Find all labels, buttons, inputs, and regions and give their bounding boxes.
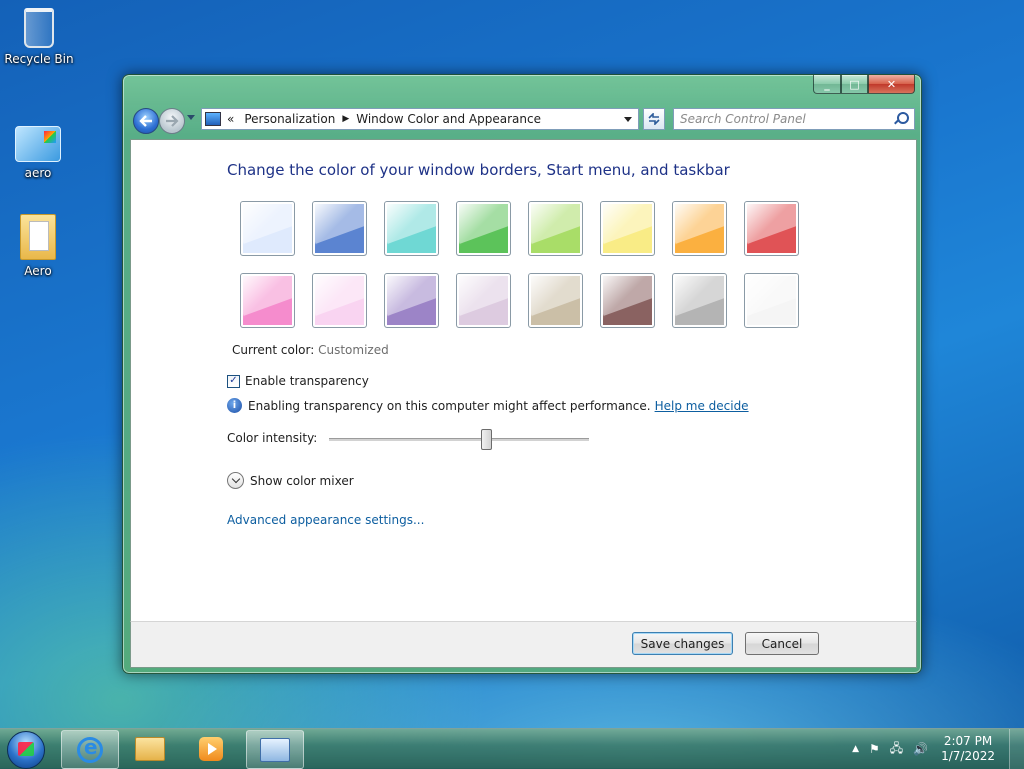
back-button[interactable] — [133, 108, 159, 134]
expand-mixer-button[interactable] — [227, 472, 244, 489]
address-dropdown-icon[interactable] — [624, 117, 632, 122]
action-center-flag-icon[interactable]: ⚑ — [869, 742, 880, 756]
clock-date: 1/7/2022 — [941, 749, 995, 763]
info-icon: i — [227, 398, 242, 413]
forward-arrow-icon — [166, 115, 179, 127]
close-icon: ✕ — [886, 77, 897, 91]
caption-buttons: _ □ ✕ — [813, 75, 915, 94]
control-panel-icon — [205, 112, 221, 126]
minimize-button[interactable]: _ — [813, 75, 841, 94]
advanced-appearance-link[interactable]: Advanced appearance settings... — [227, 513, 424, 527]
taskbar-windows-explorer[interactable] — [122, 730, 178, 767]
desktop-icon-aero-folder[interactable]: Aero — [3, 214, 73, 278]
search-placeholder: Search Control Panel — [680, 112, 806, 126]
volume-icon[interactable]: 🔊 — [913, 742, 928, 756]
transparency-label[interactable]: Enable transparency — [245, 374, 369, 388]
recycle-bin-icon — [24, 8, 54, 48]
media-player-icon — [199, 736, 223, 761]
desktop-icon-label: Recycle Bin — [4, 52, 74, 66]
color-swatch-violet[interactable] — [384, 273, 439, 328]
color-swatch-blush[interactable] — [312, 273, 367, 328]
minimize-icon: _ — [824, 77, 830, 91]
help-me-decide-link[interactable]: Help me decide — [655, 399, 749, 413]
desktop-icon-label: aero — [24, 166, 52, 180]
taskbar-control-panel[interactable] — [246, 730, 304, 769]
cancel-button[interactable]: Cancel — [745, 632, 819, 655]
close-button[interactable]: ✕ — [868, 75, 915, 94]
intensity-slider-thumb[interactable] — [481, 429, 492, 450]
aero-theme-icon — [15, 126, 61, 162]
taskbar-media-player[interactable] — [183, 730, 239, 767]
color-swatch-frost[interactable] — [744, 273, 799, 328]
transparency-checkbox-row[interactable]: ✓ Enable transparency — [227, 374, 369, 388]
folder-icon — [135, 736, 165, 761]
intensity-slider[interactable] — [329, 429, 589, 450]
folder-icon — [20, 214, 56, 260]
color-swatch-twilight[interactable] — [312, 201, 367, 256]
color-swatch-taupe[interactable] — [528, 273, 583, 328]
show-desktop-button[interactable] — [1009, 729, 1024, 769]
dialog-footer: Save changes Cancel — [130, 621, 917, 668]
refresh-button[interactable] — [643, 108, 665, 130]
start-button[interactable] — [7, 731, 45, 769]
control-panel-icon — [260, 737, 290, 762]
breadcrumb-overflow[interactable]: « — [227, 112, 234, 126]
color-swatch-leaf[interactable] — [456, 201, 511, 256]
current-color-value: Customized — [318, 343, 389, 357]
back-arrow-icon — [139, 115, 152, 127]
breadcrumb-personalization[interactable]: Personalization — [244, 112, 335, 126]
save-changes-button[interactable]: Save changes — [632, 632, 733, 655]
taskbar: ▲ ⚑ 🖧 🔊 2:07 PM 1/7/2022 — [0, 728, 1024, 769]
taskbar-internet-explorer[interactable] — [61, 730, 119, 769]
intensity-label: Color intensity: — [227, 431, 318, 445]
content-pane: Change the color of your window borders,… — [130, 139, 917, 623]
system-tray: ▲ ⚑ 🖧 🔊 2:07 PM 1/7/2022 — [847, 729, 1024, 769]
clock-time: 2:07 PM — [943, 734, 993, 748]
current-color: Current color: Customized — [232, 343, 389, 357]
chevron-down-icon — [231, 474, 240, 484]
desktop-icon-recycle-bin[interactable]: Recycle Bin — [4, 8, 74, 66]
transparency-checkbox[interactable]: ✓ — [227, 374, 240, 388]
search-input[interactable]: Search Control Panel — [673, 108, 915, 130]
color-swatch-lavender[interactable] — [456, 273, 511, 328]
show-color-mixer-label[interactable]: Show color mixer — [250, 474, 354, 488]
info-text: Enabling transparency on this computer m… — [248, 398, 651, 413]
desktop-icon-aero-shortcut[interactable]: aero — [3, 126, 73, 180]
show-hidden-icons-icon[interactable]: ▲ — [852, 744, 859, 754]
color-swatch-ruby[interactable] — [744, 201, 799, 256]
color-swatch-pumpkin[interactable] — [672, 201, 727, 256]
refresh-icon — [648, 113, 660, 125]
navigation-bar: « Personalization ▶ Window Color and App… — [131, 107, 915, 134]
breadcrumb-separator-icon[interactable]: ▶ — [342, 114, 349, 124]
network-icon[interactable]: 🖧 — [890, 739, 903, 760]
clock[interactable]: 2:07 PM 1/7/2022 — [941, 734, 995, 764]
forward-button[interactable] — [159, 108, 185, 134]
transparency-info: i Enabling transparency on this computer… — [227, 398, 749, 413]
show-color-mixer[interactable]: Show color mixer — [227, 472, 354, 489]
page-title: Change the color of your window borders,… — [227, 161, 730, 179]
color-swatch-lime[interactable] — [528, 201, 583, 256]
color-swatch-fuchsia[interactable] — [240, 273, 295, 328]
current-color-label: Current color: — [232, 343, 315, 357]
maximize-icon: □ — [849, 77, 860, 91]
search-icon[interactable] — [897, 112, 909, 124]
color-swatch-sun[interactable] — [600, 201, 655, 256]
desktop-icon-label: Aero — [24, 264, 52, 278]
color-swatch-sky[interactable] — [240, 201, 295, 256]
breadcrumb-window-color[interactable]: Window Color and Appearance — [356, 112, 541, 126]
recent-pages-dropdown[interactable] — [187, 115, 195, 120]
color-swatch-chocolate[interactable] — [600, 273, 655, 328]
control-panel-window: _ □ ✕ « Personalization ▶ Window Color a… — [122, 74, 922, 674]
color-swatch-sea[interactable] — [384, 201, 439, 256]
internet-explorer-icon — [77, 735, 103, 763]
color-swatch-slate[interactable] — [672, 273, 727, 328]
maximize-button[interactable]: □ — [841, 75, 868, 94]
address-bar[interactable]: « Personalization ▶ Window Color and App… — [201, 108, 639, 130]
